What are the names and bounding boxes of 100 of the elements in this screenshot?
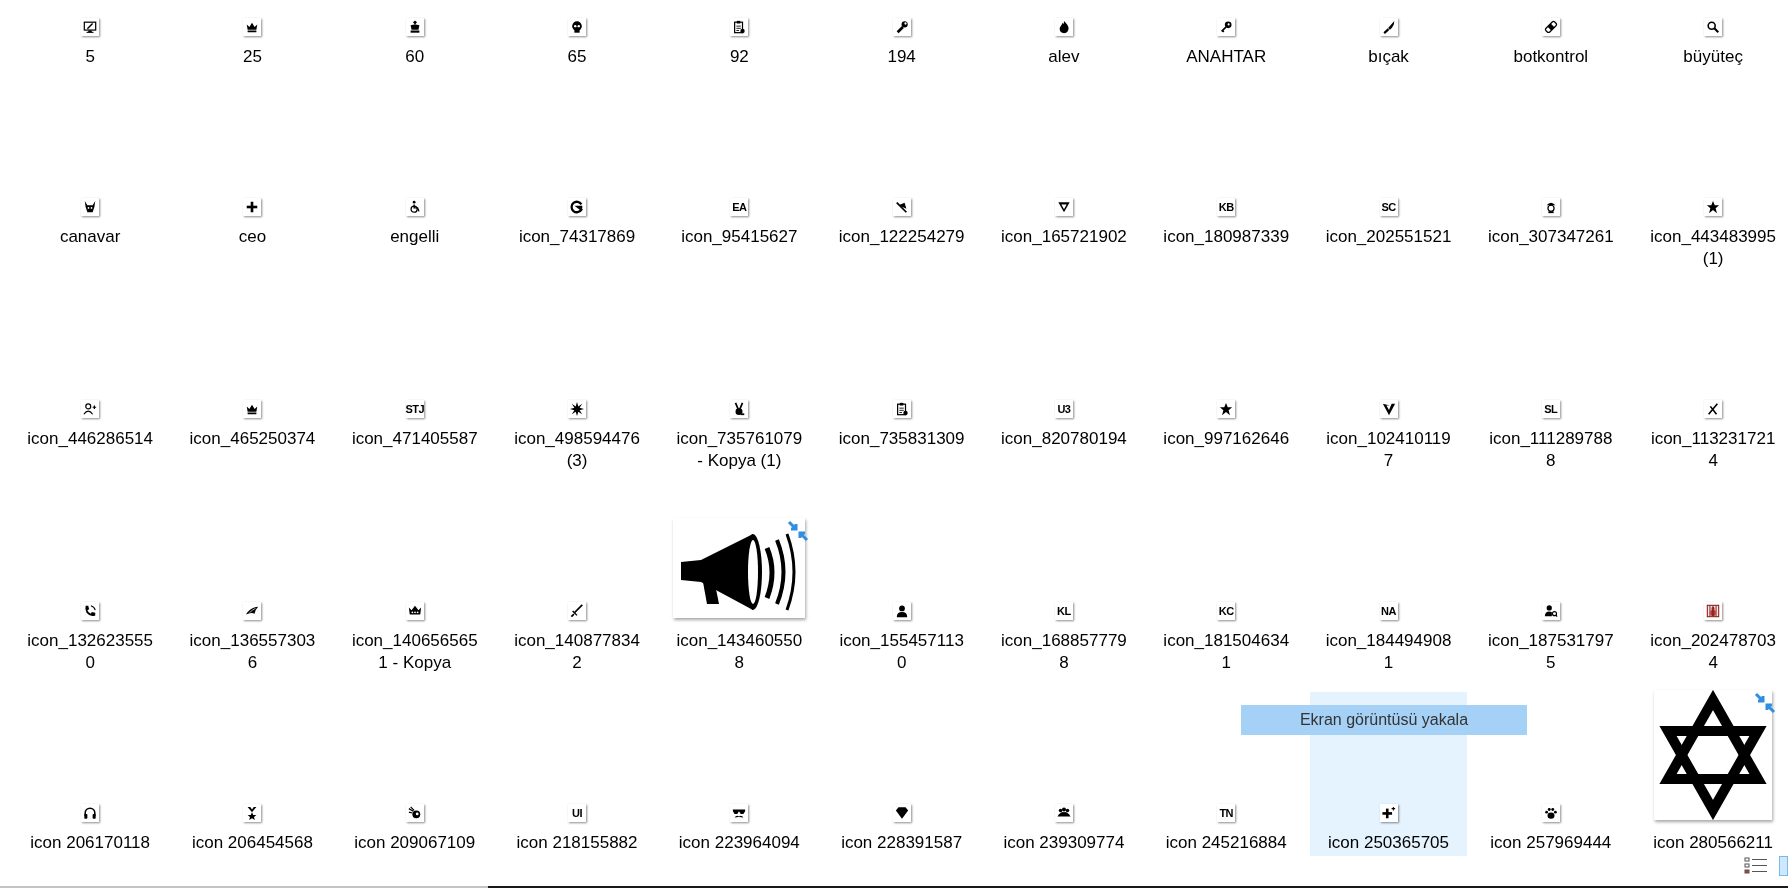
file-name: engelli [390, 226, 440, 248]
wrench-icon [892, 18, 911, 36]
sword-icon [568, 602, 587, 620]
file-name: icon_111289788 8 [1489, 428, 1613, 472]
file-name: icon_735831309 [838, 428, 965, 450]
add-person-icon [81, 400, 100, 418]
chess-king-icon [405, 18, 424, 36]
file-name: 60 [405, 46, 425, 68]
file-name: ANAHTAR [1186, 46, 1267, 68]
wheelchair-icon [405, 198, 424, 216]
file-name: icon_202551521 [1325, 226, 1452, 248]
file-name: icon_74317869 [518, 226, 636, 248]
file-name: icon 250365705 [1328, 832, 1450, 854]
file-name: ceo [238, 226, 267, 248]
initials-logo: KC [1217, 602, 1236, 620]
phone-icon [81, 602, 100, 620]
file-name: icon_997162646 [1163, 428, 1290, 450]
file-name: icon 228391587 [841, 832, 963, 854]
wing-icon [243, 602, 262, 620]
key-icon [1217, 18, 1236, 36]
flame-icon [1054, 18, 1073, 36]
file-name: icon_446286514 [27, 428, 153, 450]
sunglasses-mustache-icon [730, 804, 749, 822]
file-name: icon_187531797 5 [1487, 630, 1614, 674]
star-icon [1217, 400, 1236, 418]
file-name: icon_165721902 [1001, 226, 1127, 248]
initials-logo: STJ [405, 400, 424, 418]
file-name: 5 [85, 46, 95, 68]
file-name: icon_443483995 (1) [1650, 226, 1776, 270]
file-name: icon_202478703 4 [1650, 630, 1776, 674]
file-name: icon_95415627 [681, 226, 798, 248]
file-name: alev [1048, 46, 1080, 68]
file-name: icon 245216884 [1165, 832, 1287, 854]
initials-logo: KL [1054, 602, 1073, 620]
file-name: icon_180987339 [1163, 226, 1290, 248]
file-name: büyüteç [1683, 46, 1743, 68]
file-name: 65 [567, 46, 587, 68]
file-name: icon 209067109 [354, 832, 476, 854]
hook-icon [568, 198, 587, 216]
file-name: icon_132623555 0 [27, 630, 153, 674]
initials-logo: UI [568, 804, 587, 822]
file-name: icon 239309774 [1003, 832, 1125, 854]
clipboard-icon [892, 400, 911, 418]
details-view-icon[interactable] [1744, 856, 1768, 876]
initials-logo: SL [1541, 400, 1560, 418]
file-name: icon_498594476 (3) [514, 428, 640, 472]
bandage-icon [1541, 18, 1560, 36]
horned-head-icon [81, 198, 100, 216]
file-name: icon_140656565 1 - Kopya [351, 630, 478, 674]
group-icon [1054, 804, 1073, 822]
file-name: canavar [59, 226, 121, 248]
fireball-icon [405, 804, 424, 822]
crown-icon [243, 400, 262, 418]
file-name: icon 257969444 [1490, 832, 1612, 854]
slashed-shape-icon [892, 198, 911, 216]
file-name: icon 223964094 [678, 832, 800, 854]
file-name: icon_136557303 6 [189, 630, 316, 674]
file-name: icon_113231721 4 [1650, 428, 1776, 472]
file-name: icon 280566211 [1653, 832, 1773, 854]
person-search-icon [1541, 602, 1560, 620]
file-name: icon_471405587 [351, 428, 478, 450]
initials-logo: TN [1217, 804, 1236, 822]
crown-icon [405, 602, 424, 620]
headphones-icon [81, 804, 100, 822]
file-name: icon_735761079 - Kopya (1) [676, 428, 803, 472]
inward-arrows-icon [787, 520, 810, 542]
file-name: 194 [887, 46, 916, 68]
initials-logo: SC [1379, 198, 1398, 216]
file-name: icon_465250374 [189, 428, 316, 450]
file-name: 92 [729, 46, 749, 68]
search-icon [1704, 18, 1723, 36]
medal-icon [243, 804, 262, 822]
monitor-icon [81, 18, 100, 36]
file-name: icon_184494908 1 [1325, 630, 1452, 674]
skull-icon [568, 18, 587, 36]
paw-icon [1541, 804, 1560, 822]
crossed-strokes-icon [1704, 400, 1723, 418]
bunny-icon [730, 400, 749, 418]
file-name: icon_181504634 1 [1163, 630, 1290, 674]
file-name: icon 218155882 [516, 832, 638, 854]
plus-icon [1379, 804, 1398, 822]
jail-icon [1704, 602, 1723, 620]
crown-icon [243, 18, 262, 36]
initials-logo: KB [1217, 198, 1236, 216]
file-name: 25 [243, 46, 262, 68]
helmeted-head-icon [1541, 198, 1560, 216]
star-icon [1704, 198, 1723, 216]
person-icon [892, 602, 911, 620]
file-name: bıçak [1368, 46, 1409, 68]
initials-logo: NA [1379, 602, 1398, 620]
file-name: botkontrol [1513, 46, 1589, 68]
knife-icon [1379, 18, 1398, 36]
chevron-icon [1379, 400, 1398, 418]
initials-logo: U3 [1054, 400, 1073, 418]
file-name: icon_122254279 [838, 226, 965, 248]
file-name: icon_143460550 8 [676, 630, 803, 674]
file-name: icon_168857779 8 [1001, 630, 1127, 674]
clipboard-icon [730, 18, 749, 36]
tooltip: Ekran görüntüsü yakala [1241, 705, 1527, 735]
inward-arrows-icon [1754, 692, 1777, 714]
